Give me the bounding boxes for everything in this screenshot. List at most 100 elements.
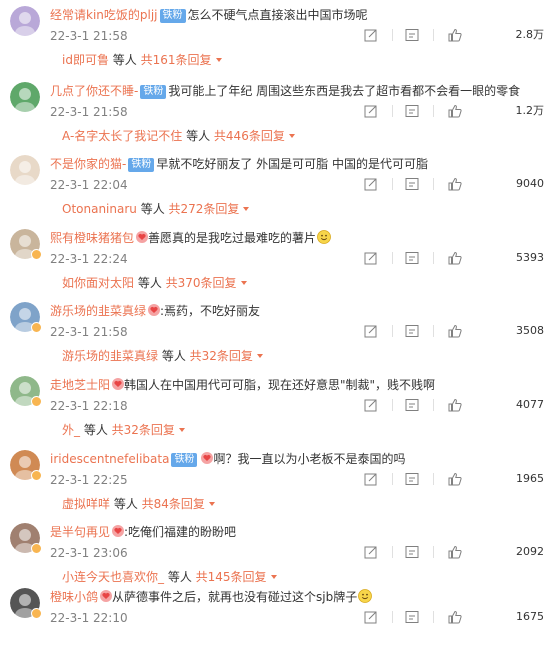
thumb-up-icon[interactable] — [448, 323, 462, 338]
comment-icon[interactable] — [405, 397, 419, 411]
comment-icon[interactable] — [405, 27, 419, 41]
avatar[interactable] — [10, 6, 40, 36]
fan-badge: 铁粉 — [140, 85, 167, 99]
comment-time: 22-3-1 21:58 — [50, 29, 128, 43]
reply-count-link[interactable]: 共272条回复 — [169, 202, 240, 216]
reply-mid-text: 等人 — [108, 53, 141, 67]
comment-line: 几点了你还不睡- 铁粉 我可能上了年纪 周围这些东西是我去了超市看都不会看一眼的零食 — [50, 82, 520, 100]
chevron-down-icon[interactable] — [215, 58, 222, 62]
username-link[interactable]: 不是你家的猫- — [50, 157, 126, 171]
comment-icon[interactable] — [405, 250, 419, 264]
comment-item: 游乐场的韭菜真绿:焉药，不吃好丽友 22-3-1 21:58 3508 游乐场的… — [0, 298, 554, 370]
comment-time: 22-3-1 22:10 — [50, 611, 128, 625]
reply-summary[interactable]: 游乐场的韭菜真绿 等人 共32条回复 — [62, 347, 263, 365]
heart-badge-icon — [100, 589, 113, 602]
like-count: 2092 — [516, 545, 544, 558]
comment-item: 不是你家的猫- 铁粉 早就不吃好丽友了 外国是可可脂 中国的是代可可脂 22-3-1… — [0, 151, 554, 223]
action-bar: 1.2万 — [364, 103, 544, 119]
comment-text: :吃俺们福建的盼盼吧 — [124, 525, 237, 539]
share-icon[interactable] — [364, 176, 378, 191]
reply-count-link[interactable]: 共32条回复 — [112, 423, 175, 437]
reply-summary[interactable]: 虚拟咩咩 等人 共84条回复 — [62, 495, 215, 513]
share-icon[interactable] — [364, 397, 378, 412]
fan-badge: 铁粉 — [171, 453, 198, 467]
reply-user-link[interactable]: 游乐场的韭菜真绿 — [62, 349, 158, 363]
reply-summary[interactable]: id即可鲁 等人 共161条回复 — [62, 51, 222, 69]
comment-icon[interactable] — [405, 609, 419, 623]
reply-summary[interactable]: 如你面对太阳 等人 共370条回复 — [62, 274, 247, 292]
username-link[interactable]: 熙有橙味猪猪包 — [50, 231, 134, 245]
comment-icon[interactable] — [405, 544, 419, 558]
share-icon[interactable] — [364, 27, 378, 42]
avatar[interactable] — [10, 155, 40, 185]
reply-mid-text: 等人 — [164, 570, 196, 584]
comment-time: 22-3-1 22:25 — [50, 473, 128, 487]
reply-summary[interactable]: 外_ 等人 共32条回复 — [62, 421, 185, 439]
thumb-up-icon[interactable] — [448, 250, 462, 265]
reply-count-link[interactable]: 共145条回复 — [196, 570, 267, 584]
chevron-down-icon[interactable] — [288, 134, 295, 138]
comment-time: 22-3-1 21:58 — [50, 325, 128, 339]
share-icon[interactable] — [364, 544, 378, 559]
thumb-up-icon[interactable] — [448, 176, 462, 191]
username-link[interactable]: 是半句再见 — [50, 525, 110, 539]
chevron-down-icon[interactable] — [208, 502, 215, 506]
comment-text: 我可能上了年纪 周围这些东西是我去了超市看都不会看一眼的零食 — [168, 84, 521, 98]
reply-count-link[interactable]: 共161条回复 — [141, 53, 212, 67]
comment-icon[interactable] — [405, 176, 419, 190]
username-link[interactable]: 橙味小鸽 — [50, 590, 98, 604]
thumb-up-icon[interactable] — [448, 471, 462, 486]
reply-user-link[interactable]: A-名字太长了我记不住 — [62, 129, 182, 143]
chevron-down-icon[interactable] — [178, 428, 185, 432]
comment-text: 啊？我一直以为小老板不是泰国的吗 — [213, 452, 406, 466]
username-link[interactable]: 几点了你还不睡- — [50, 84, 138, 98]
reply-user-link[interactable]: 虚拟咩咩 — [62, 497, 110, 511]
reply-summary[interactable]: A-名字太长了我记不住 等人 共446条回复 — [62, 127, 295, 145]
reply-user-link[interactable]: Otonaninaru — [62, 202, 137, 216]
comment-item: 几点了你还不睡- 铁粉 我可能上了年纪 周围这些东西是我去了超市看都不会看一眼的零食… — [0, 78, 554, 150]
reply-count-link[interactable]: 共446条回复 — [214, 129, 285, 143]
comment-icon[interactable] — [405, 323, 419, 337]
username-link[interactable]: 经常请kin吃饭的pljj — [50, 8, 158, 22]
comment-icon[interactable] — [405, 103, 419, 117]
reply-count-link[interactable]: 共32条回复 — [190, 349, 253, 363]
share-icon[interactable] — [364, 103, 378, 118]
fan-badge: 铁粉 — [159, 9, 186, 23]
comment-time: 22-3-1 22:04 — [50, 178, 128, 192]
reply-user-link[interactable]: 小连今天也喜欢你_ — [62, 570, 164, 584]
reply-count-link[interactable]: 共370条回复 — [166, 276, 237, 290]
reply-user-link[interactable]: 如你面对太阳 — [62, 276, 134, 290]
thumb-up-icon[interactable] — [448, 397, 462, 412]
thumb-up-icon[interactable] — [448, 27, 462, 42]
chevron-down-icon[interactable] — [240, 281, 247, 285]
comment-line: 熙有橙味猪猪包 善愿真的是我吃过最难吃的薯片 — [50, 229, 331, 247]
thumb-up-icon[interactable] — [448, 103, 462, 118]
like-count: 1.2万 — [515, 104, 545, 117]
comment-line: 走地芝士阳 韩国人在中国用代可可脂，现在还好意思"制裁"，贱不贱啊 — [50, 376, 435, 394]
comment-time: 22-3-1 22:18 — [50, 399, 128, 413]
thumb-up-icon[interactable] — [448, 544, 462, 559]
comment-line: 游乐场的韭菜真绿:焉药，不吃好丽友 — [50, 302, 260, 320]
username-link[interactable]: iridescentnefelibata — [50, 452, 169, 466]
chevron-down-icon[interactable] — [270, 575, 277, 579]
action-bar: 4077 — [364, 397, 544, 413]
reply-user-link[interactable]: 外_ — [62, 423, 80, 437]
share-icon[interactable] — [364, 609, 378, 624]
like-count: 9040 — [516, 177, 544, 190]
share-icon[interactable] — [364, 471, 378, 486]
chevron-down-icon[interactable] — [243, 207, 250, 211]
share-icon[interactable] — [364, 250, 378, 265]
share-icon[interactable] — [364, 323, 378, 338]
reply-mid-text: 等人 — [80, 423, 112, 437]
username-link[interactable]: 走地芝士阳 — [50, 378, 110, 392]
reply-user-link[interactable]: id即可鲁 — [62, 53, 109, 67]
username-link[interactable]: 游乐场的韭菜真绿 — [50, 304, 146, 318]
reply-count-link[interactable]: 共84条回复 — [142, 497, 205, 511]
chevron-down-icon[interactable] — [256, 354, 263, 358]
thumb-up-icon[interactable] — [448, 609, 462, 624]
avatar[interactable] — [10, 82, 40, 112]
verified-icon — [31, 322, 42, 333]
action-bar: 9040 — [364, 176, 544, 192]
reply-summary[interactable]: Otonaninaru 等人 共272条回复 — [62, 200, 250, 218]
comment-icon[interactable] — [405, 471, 419, 485]
